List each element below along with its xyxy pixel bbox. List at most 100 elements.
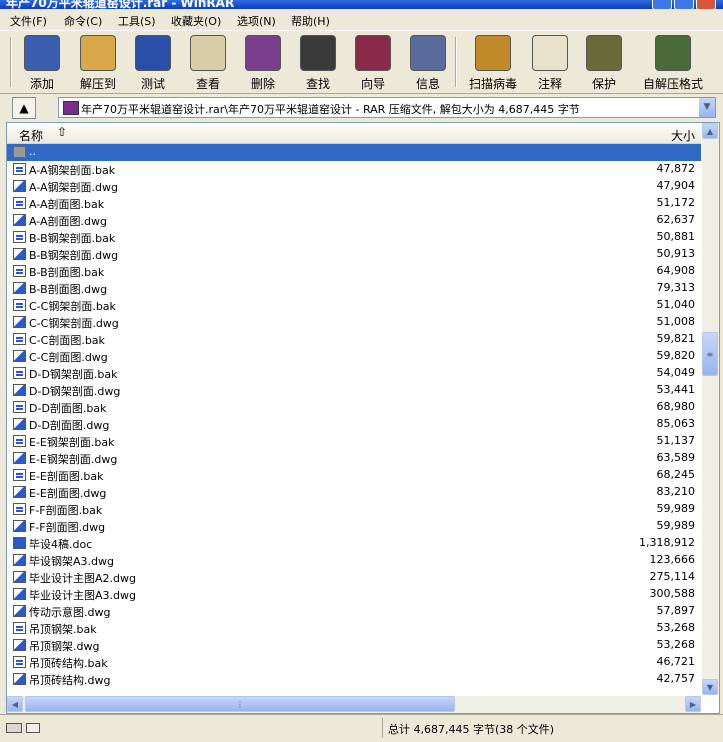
scroll-left-icon[interactable]: ◀ <box>7 696 23 712</box>
up-arrow-icon: ▲ <box>19 101 29 115</box>
toolbar-button-6[interactable]: 向导 <box>345 35 401 91</box>
file-size: 83,210 <box>656 485 696 498</box>
table-row[interactable]: D-D钢架剖面.dwg 53,441 <box>7 382 701 399</box>
dwg-file-icon <box>13 520 26 532</box>
file-name: 吊顶砖结构.dwg <box>29 674 111 687</box>
table-row[interactable]: A-A剖面图.dwg 62,637 <box>7 212 701 229</box>
column-header: 名称 ⇧ 大小 <box>7 123 701 144</box>
up-folder-button[interactable]: ▲ <box>12 97 36 119</box>
table-row[interactable]: E-E剖面图.bak 68,245 <box>7 467 701 484</box>
toolbar-button-1[interactable]: 解压到 <box>70 35 126 91</box>
close-button[interactable] <box>696 0 716 9</box>
table-row[interactable]: 吊顶钢架.bak 53,268 <box>7 620 701 637</box>
table-row[interactable]: B-B钢架剖面.dwg 50,913 <box>7 246 701 263</box>
table-row[interactable]: 吊顶砖结构.dwg 42,757 <box>7 671 701 688</box>
toolbar-button-4[interactable]: 删除 <box>235 35 291 91</box>
table-row[interactable]: 毕设钢架A3.dwg 123,666 <box>7 552 701 569</box>
hscroll-thumb[interactable]: ⋮ <box>25 696 455 712</box>
table-row[interactable]: 吊顶砖结构.bak 46,721 <box>7 654 701 671</box>
vertical-scrollbar[interactable]: ▲ ≡ ▼ <box>702 123 719 695</box>
dwg-file-icon <box>13 486 26 498</box>
table-row[interactable]: 毕业设计主图A2.dwg 275,114 <box>7 569 701 586</box>
file-name: 传动示意图.dwg <box>29 606 111 619</box>
file-name: C-C剖面图.dwg <box>29 351 108 364</box>
test-check-icon <box>135 35 171 71</box>
toolbar-button-label: 删除 <box>250 77 275 91</box>
file-size: 51,137 <box>656 434 696 447</box>
scroll-thumb[interactable]: ≡ <box>702 332 718 376</box>
table-row[interactable]: A-A钢架剖面.dwg 47,904 <box>7 178 701 195</box>
table-row[interactable]: 吊顶钢架.dwg 53,268 <box>7 637 701 654</box>
table-row[interactable]: 毕设4稿.doc 1,318,912 <box>7 535 701 552</box>
file-rows: .. A-A钢架剖面.bak 47,872 A-A钢架剖面.dwg 47,904 A-A剖… <box>7 144 701 688</box>
toolbar-separator <box>455 37 457 87</box>
menu-favorites[interactable]: 收藏夹(O) <box>171 13 221 29</box>
toolbar-button-5[interactable]: 查找 <box>290 35 346 91</box>
table-row[interactable]: D-D剖面图.bak 68,980 <box>7 399 701 416</box>
table-row[interactable]: F-F剖面图.bak 59,989 <box>7 501 701 518</box>
dwg-file-icon <box>13 605 26 617</box>
menu-file[interactable]: 文件(F) <box>10 13 47 29</box>
table-row[interactable]: B-B钢架剖面.bak 50,881 <box>7 229 701 246</box>
toolbar-button-10[interactable]: 保护 <box>576 35 632 91</box>
bak-file-icon <box>13 401 26 413</box>
table-row[interactable]: F-F剖面图.dwg 59,989 <box>7 518 701 535</box>
toolbar-button-3[interactable]: 查看 <box>180 35 236 91</box>
drive-icon <box>6 723 22 733</box>
table-row[interactable]: C-C剖面图.bak 59,821 <box>7 331 701 348</box>
path-dropdown-button[interactable]: ▼ <box>699 98 715 117</box>
toolbar-button-9[interactable]: 注释 <box>522 35 578 91</box>
dwg-file-icon <box>13 588 26 600</box>
table-row[interactable]: C-C钢架剖面.dwg 51,008 <box>7 314 701 331</box>
toolbar: 添加 解压到 测试 查看 删除 查找 向导 信息 扫描病毒 注释 保护 自解压格式 <box>0 30 723 94</box>
minimize-button[interactable] <box>652 0 672 9</box>
toolbar-button-7[interactable]: 信息 <box>400 35 456 91</box>
file-name: B-B剖面图.bak <box>29 266 105 279</box>
table-row[interactable]: 毕业设计主图A3.dwg 300,588 <box>7 586 701 603</box>
file-name: B-B钢架剖面.bak <box>29 232 116 245</box>
column-size-header[interactable]: 大小 <box>671 127 695 144</box>
toolbar-button-2[interactable]: 测试 <box>125 35 181 91</box>
table-row[interactable]: 传动示意图.dwg 57,897 <box>7 603 701 620</box>
path-combobox[interactable]: 年产70万平米辊道窑设计.rar\年产70万平米辊道窑设计 - RAR 压缩文件… <box>58 97 716 118</box>
table-row[interactable]: A-A剖面图.bak 51,172 <box>7 195 701 212</box>
bak-file-icon <box>13 656 26 668</box>
table-row[interactable]: D-D钢架剖面.bak 54,049 <box>7 365 701 382</box>
table-row[interactable]: C-C剖面图.dwg 59,820 <box>7 348 701 365</box>
scroll-right-icon[interactable]: ▶ <box>685 696 701 712</box>
table-row[interactable]: E-E钢架剖面.bak 51,137 <box>7 433 701 450</box>
table-row[interactable]: E-E钢架剖面.dwg 63,589 <box>7 450 701 467</box>
maximize-button[interactable] <box>674 0 694 9</box>
file-name: E-E钢架剖面.bak <box>29 436 115 449</box>
address-bar: ▲ 年产70万平米辊道窑设计.rar\年产70万平米辊道窑设计 - RAR 压缩… <box>0 94 723 120</box>
table-row[interactable]: A-A钢架剖面.bak 47,872 <box>7 161 701 178</box>
toolbar-button-0[interactable]: 添加 <box>14 35 70 91</box>
file-size: 79,313 <box>656 281 696 294</box>
binoculars-icon <box>300 35 336 71</box>
scroll-up-icon[interactable]: ▲ <box>702 123 718 139</box>
dwg-file-icon <box>13 282 26 294</box>
file-size: 300,588 <box>649 587 696 600</box>
table-row[interactable]: E-E剖面图.dwg 83,210 <box>7 484 701 501</box>
menu-help[interactable]: 帮助(H) <box>291 13 330 29</box>
toolbar-button-11[interactable]: 自解压格式 <box>638 35 708 91</box>
toolbar-button-8[interactable]: 扫描病毒 <box>465 35 521 91</box>
file-size: 59,989 <box>656 502 696 515</box>
table-row[interactable]: B-B剖面图.dwg 79,313 <box>7 280 701 297</box>
table-row[interactable]: C-C钢架剖面.bak 51,040 <box>7 297 701 314</box>
file-name: E-E剖面图.bak <box>29 470 104 483</box>
horizontal-scrollbar[interactable]: ◀ ⋮ ▶ <box>7 696 701 713</box>
column-name-header[interactable]: 名称 <box>19 127 43 144</box>
table-row[interactable]: D-D剖面图.dwg 85,063 <box>7 416 701 433</box>
dwg-file-icon <box>13 248 26 260</box>
table-row[interactable]: B-B剖面图.bak 64,908 <box>7 263 701 280</box>
file-name: C-C剖面图.bak <box>29 334 105 347</box>
menu-options[interactable]: 选项(N) <box>237 13 276 29</box>
file-size: 46,721 <box>656 655 696 668</box>
menu-commands[interactable]: 命令(C) <box>64 13 102 29</box>
table-row[interactable]: .. <box>7 144 701 161</box>
menu-tools[interactable]: 工具(S) <box>118 13 156 29</box>
scroll-down-icon[interactable]: ▼ <box>702 679 718 695</box>
file-size: 47,872 <box>656 162 696 175</box>
file-name: A-A剖面图.dwg <box>29 215 107 228</box>
